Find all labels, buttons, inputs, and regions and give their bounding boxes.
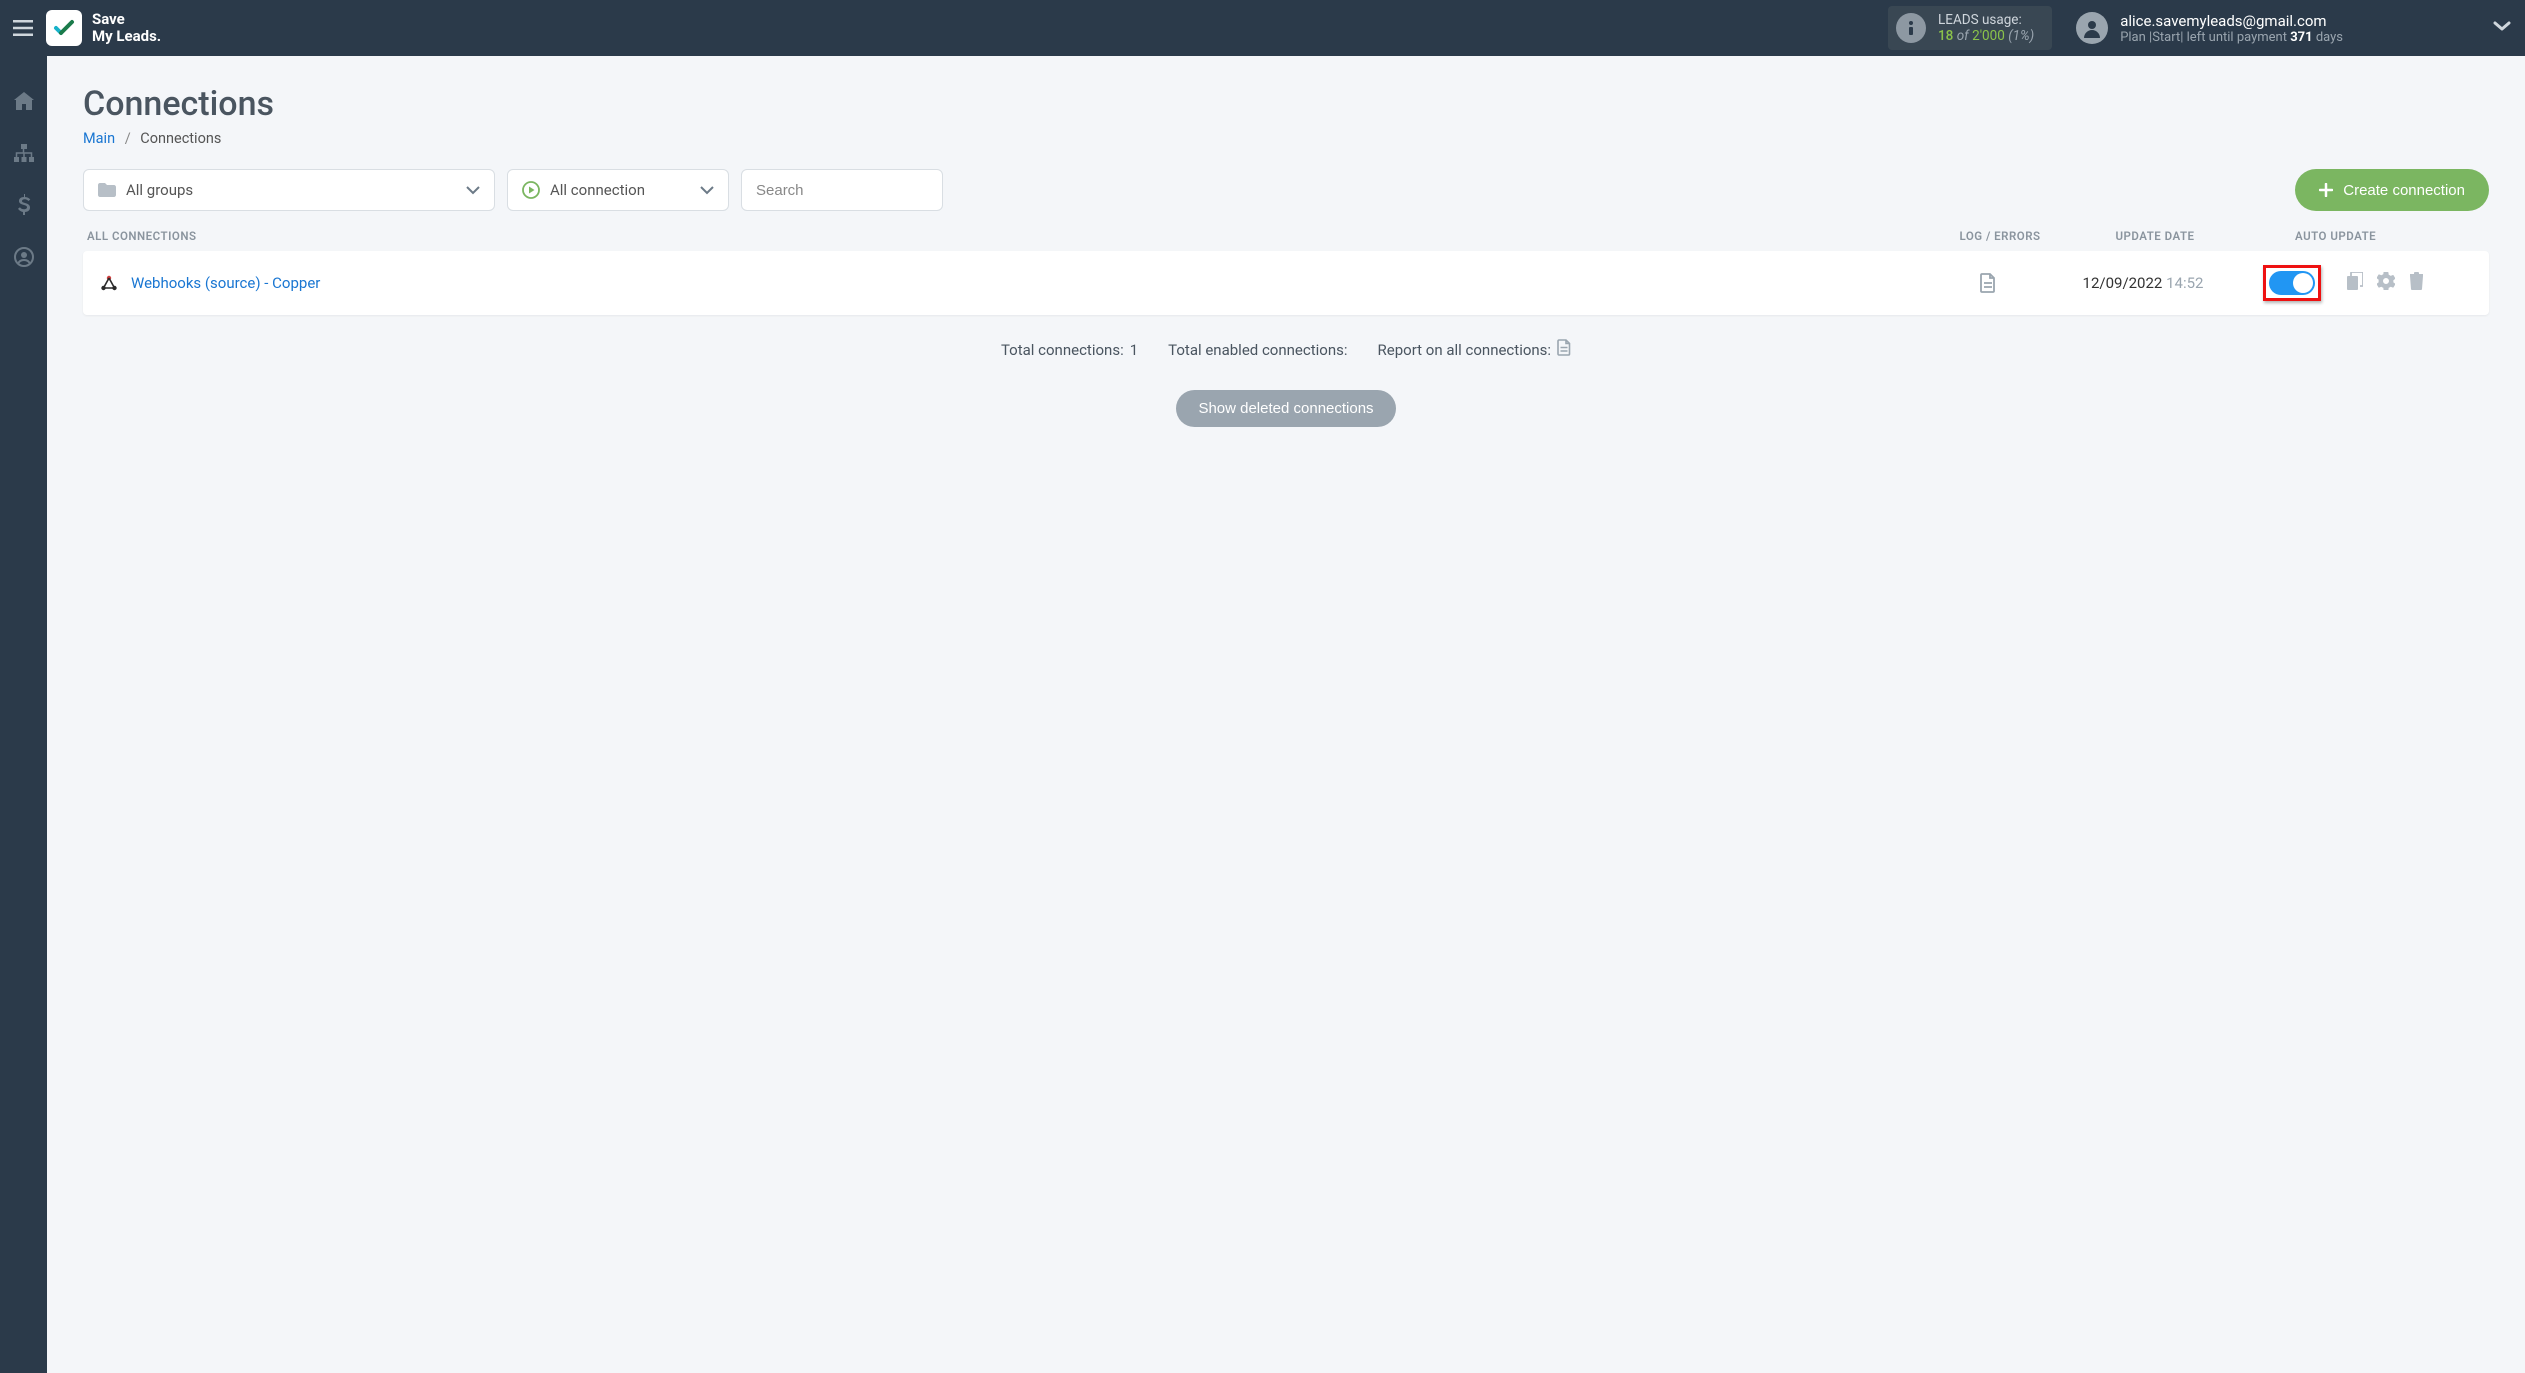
rail-billing[interactable] [0, 184, 47, 226]
chevron-down-icon [2493, 20, 2511, 32]
log-button[interactable] [1933, 273, 2043, 293]
report-download[interactable] [1557, 339, 1571, 360]
rail-account[interactable] [0, 236, 47, 278]
side-rail [0, 56, 47, 1373]
brand-line1: Save [92, 10, 125, 28]
breadcrumb-main[interactable]: Main [83, 130, 115, 147]
col-auto: Auto update [2255, 229, 2485, 243]
total-value: 1 [1130, 341, 1138, 359]
enabled-label: Total enabled connections: [1168, 341, 1347, 359]
page-title: Connections [83, 84, 2489, 124]
usage-values: 18 of 2'000 (1%) [1938, 28, 2034, 44]
rail-home[interactable] [0, 80, 47, 122]
plus-icon [2319, 183, 2333, 197]
document-icon [1980, 273, 1996, 293]
breadcrumb: Main / Connections [83, 130, 2489, 147]
filter-toolbar: All groups All connection [83, 169, 2489, 211]
user-circle-icon [14, 247, 34, 267]
brand-text: Save My Leads. [92, 11, 161, 46]
chevron-down-icon [700, 186, 714, 195]
copy-icon [2347, 272, 2363, 290]
col-date: Update date [2055, 229, 2255, 243]
play-circle-icon [522, 181, 540, 199]
status-label: All connection [550, 181, 645, 199]
dollar-icon [17, 194, 31, 216]
table-header: All connections Log / Errors Update date… [83, 229, 2489, 251]
info-icon [1896, 13, 1926, 43]
row-actions [2343, 268, 2428, 298]
main-content: Connections Main / Connections All group… [47, 56, 2525, 1373]
chevron-down-icon [466, 186, 480, 195]
status-select[interactable]: All connection [507, 169, 729, 211]
copy-button[interactable] [2343, 268, 2367, 298]
home-icon [14, 92, 34, 110]
breadcrumb-current: Connections [140, 130, 221, 147]
summary-line: Total connections: 1 Total enabled conne… [83, 339, 2489, 360]
hamburger-icon [13, 20, 33, 36]
rail-connections[interactable] [0, 132, 47, 174]
total-label: Total connections: [1001, 341, 1124, 359]
account-chevron[interactable] [2493, 20, 2511, 36]
document-icon [1557, 339, 1571, 356]
topbar: Save My Leads. LEADS usage: 18 of 2'000 … [0, 0, 2525, 56]
delete-button[interactable] [2405, 268, 2428, 298]
webhook-icon [99, 273, 119, 293]
row-name-cell: Webhooks (source) - Copper [99, 273, 1933, 293]
sitemap-icon [14, 144, 34, 162]
search-box[interactable] [741, 169, 943, 211]
groups-label: All groups [126, 181, 193, 199]
menu-toggle[interactable] [0, 0, 46, 56]
search-input[interactable] [756, 182, 928, 199]
table-row: Webhooks (source) - Copper 12/09/2022 14… [83, 251, 2489, 315]
usage-box[interactable]: LEADS usage: 18 of 2'000 (1%) [1888, 6, 2052, 50]
gear-icon [2377, 272, 2395, 290]
create-connection-button[interactable]: Create connection [2295, 169, 2489, 211]
col-all: All connections [87, 229, 1945, 243]
show-deleted-button[interactable]: Show deleted connections [1176, 390, 1395, 427]
brand-line2: My Leads. [92, 27, 161, 45]
groups-select[interactable]: All groups [83, 169, 495, 211]
account-plan: Plan |Start| left until payment 371 days [2120, 30, 2343, 45]
folder-icon [98, 183, 116, 197]
usage-label: LEADS usage: [1938, 12, 2034, 28]
account-email: alice.savemyleads@gmail.com [2120, 12, 2343, 30]
settings-button[interactable] [2373, 268, 2399, 298]
row-date-cell: 12/09/2022 14:52 [2043, 274, 2243, 292]
create-connection-label: Create connection [2343, 182, 2465, 199]
update-date: 12/09/2022 [2083, 274, 2163, 292]
trash-icon [2409, 272, 2424, 290]
logo[interactable] [46, 10, 82, 46]
connection-link[interactable]: Webhooks (source) - Copper [131, 274, 320, 292]
update-time: 14:52 [2166, 274, 2203, 292]
auto-update-toggle[interactable] [2269, 271, 2315, 295]
avatar-icon [2076, 12, 2108, 44]
highlight-box [2263, 265, 2321, 301]
logo-check-icon [52, 16, 76, 40]
col-log: Log / Errors [1945, 229, 2055, 243]
report-label: Report on all connections: [1378, 341, 1552, 359]
account-menu[interactable]: alice.savemyleads@gmail.com Plan |Start|… [2076, 12, 2343, 45]
